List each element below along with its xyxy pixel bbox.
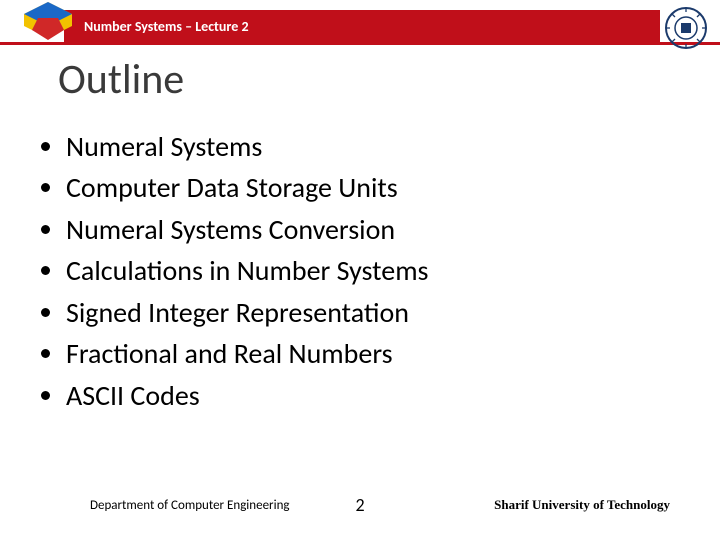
page-number: 2	[355, 494, 364, 516]
list-item: Signed Integer Representation	[66, 292, 680, 333]
header-bar: Number Systems – Lecture 2	[64, 10, 660, 42]
list-item: Computer Data Storage Units	[66, 167, 680, 208]
list-item: Numeral Systems	[66, 126, 680, 167]
list-item: Calculations in Number Systems	[66, 250, 680, 291]
accent-line	[0, 42, 720, 45]
logo-left-icon	[20, 0, 76, 50]
list-item: Fractional and Real Numbers	[66, 333, 680, 374]
logo-right-icon	[664, 6, 708, 50]
slide-header: Number Systems – Lecture 2	[0, 0, 720, 54]
bullet-list: Numeral Systems Computer Data Storage Un…	[40, 126, 680, 416]
slide: Number Systems – Lecture 2	[0, 0, 720, 540]
list-item: ASCII Codes	[66, 375, 680, 416]
footer-left: Department of Computer Engineering	[90, 498, 290, 513]
slide-title: Outline	[58, 54, 184, 105]
slide-footer: Department of Computer Engineering 2 Sha…	[0, 490, 720, 520]
footer-right: Sharif University of Technology	[494, 497, 670, 513]
list-item: Numeral Systems Conversion	[66, 209, 680, 250]
header-title: Number Systems – Lecture 2	[84, 18, 249, 35]
